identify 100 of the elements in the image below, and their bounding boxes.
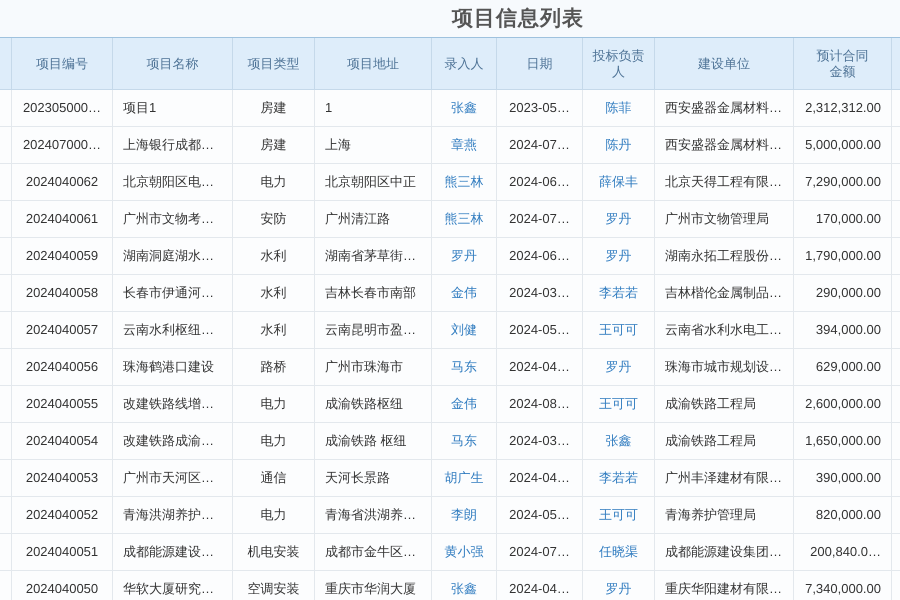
person-link[interactable]: 王可可: [599, 505, 638, 525]
table-cell-text: 390,000.00: [816, 469, 881, 488]
column-header[interactable]: 项目地址: [315, 38, 432, 89]
table-cell-text: 湖南永拓工程股份…: [665, 247, 782, 266]
person-link[interactable]: 李若若: [599, 468, 638, 488]
table-cell-text: 2024-06…: [509, 173, 570, 192]
person-link[interactable]: 任晓渠: [599, 542, 638, 562]
column-header[interactable]: 日期: [497, 38, 583, 89]
table-cell-text: 北京朝阳区电…: [123, 173, 214, 192]
table-cell-text: 水利: [260, 247, 286, 266]
table-cell-text: 成渝铁路枢纽: [325, 395, 403, 414]
person-link[interactable]: 张鑫: [606, 431, 632, 451]
person-link[interactable]: 罗丹: [606, 246, 632, 266]
table-cell-text: 华软大厦研究…: [123, 580, 214, 598]
table-cell-text: 1: [325, 99, 332, 118]
column-header[interactable]: 项目编号: [12, 38, 113, 89]
person-link[interactable]: 金伟: [451, 394, 477, 414]
person-link[interactable]: 马东: [451, 431, 477, 451]
table-cell-text: 重庆市华润大厦: [325, 580, 416, 598]
table-cell-text: 云南水利枢纽…: [123, 321, 214, 340]
person-link[interactable]: 胡广生: [444, 468, 484, 488]
person-link[interactable]: 熊三林: [444, 209, 484, 229]
table-cell-text: 广州市文物管理局: [665, 210, 769, 228]
column-header[interactable]: 预计合同金额: [794, 38, 892, 89]
column-header[interactable]: 录入人: [432, 38, 497, 89]
person-link[interactable]: 张鑫: [451, 98, 477, 118]
person-link[interactable]: 刘健: [451, 320, 477, 340]
table-cell-text: 成渝铁路工程局: [665, 395, 756, 414]
person-link[interactable]: 李朗: [451, 505, 477, 525]
table-cell-text: 电力: [260, 506, 286, 524]
table-cell-text: 7,340,000.00: [805, 580, 881, 598]
table-cell-text: 广州丰泽建材有限…: [665, 469, 782, 488]
table-cell-text: 394,000.00: [816, 321, 881, 340]
table-cell-text: 广州市珠海市: [325, 358, 403, 376]
person-link[interactable]: 李若若: [599, 283, 638, 303]
column-header[interactable]: 投标负责人: [583, 38, 655, 89]
person-link[interactable]: 罗丹: [606, 209, 632, 229]
table-cell-text: 北京朝阳区中正: [325, 173, 416, 192]
table-cell-text: 珠海市城市规划设…: [665, 358, 782, 376]
table-cell-text: 成渝铁路 枢纽: [325, 432, 407, 450]
table-cell-text: 2,600,000.00: [805, 395, 881, 414]
table-cell-text: 机电安装: [248, 543, 300, 562]
table-cell-text: 电力: [260, 432, 286, 450]
person-link[interactable]: 金伟: [451, 283, 477, 303]
table-cell-text: 青海洪湖养护…: [123, 506, 214, 524]
table-cell-text: 2024-05…: [509, 321, 570, 340]
table-cell-text: 湖南省茅草街…: [325, 247, 416, 266]
person-link[interactable]: 薛保丰: [599, 172, 638, 192]
person-link[interactable]: 罗丹: [606, 579, 632, 599]
person-link[interactable]: 陈菲: [606, 98, 632, 118]
person-link[interactable]: 张鑫: [451, 579, 477, 599]
table-cell-text: 云南昆明市盈…: [325, 321, 416, 340]
table-cell-text: 2024040050: [26, 580, 98, 598]
table-cell-text: 广州市天河区…: [123, 469, 214, 488]
table-cell-text: 重庆华阳建材有限…: [665, 580, 782, 598]
column-header[interactable]: 项目类型: [233, 38, 315, 89]
table-cell-text: 改建铁路成渝…: [123, 432, 214, 450]
table-cell-text: 1,650,000.00: [805, 432, 881, 450]
table-cell-text: 2024-08…: [509, 395, 570, 414]
table-cell-text: 2024040056: [26, 358, 98, 376]
table-cell-text: 2024-05…: [509, 506, 570, 524]
table-cell-text: 吉林长春市南部: [325, 284, 416, 302]
table-cell-text: 5,000,000.00: [805, 136, 881, 154]
table-cell-text: 长春市伊通河…: [123, 284, 214, 302]
person-link[interactable]: 王可可: [599, 394, 638, 414]
table-cell-text: 2024040054: [26, 432, 98, 450]
person-link[interactable]: 熊三林: [444, 172, 484, 192]
table-cell-text: 2024-07…: [509, 210, 570, 228]
table-cell-text: 房建: [260, 99, 286, 118]
table-cell-text: 电力: [260, 395, 286, 414]
person-link[interactable]: 罗丹: [606, 357, 632, 377]
person-link[interactable]: 王可可: [599, 320, 638, 340]
table-cell-text: 629,000.00: [816, 358, 881, 376]
table-cell-text: 成都市金牛区…: [325, 543, 416, 562]
column-header[interactable]: 建设单位: [655, 38, 794, 89]
table-cell-text: 202305000…: [22, 99, 102, 118]
table-cell-text: 2024040058: [26, 284, 98, 302]
table-cell-text: 项目1: [123, 99, 156, 118]
table-cell-text: 吉林楷伦金属制品…: [665, 284, 782, 302]
table-cell-text: 200,840.0…: [810, 543, 881, 562]
person-link[interactable]: 黄小强: [444, 542, 484, 562]
table-cell-text: 2024040062: [26, 173, 98, 192]
table-cell-text: 湖南洞庭湖水…: [123, 247, 214, 266]
table-cell-text: 2024040059: [26, 247, 98, 266]
table-cell-text: 1,790,000.00: [805, 247, 881, 266]
table-cell-text: 房建: [260, 136, 286, 154]
table-cell-text: 2,312,312.00: [805, 99, 881, 118]
table-cell-text: 202407000…: [22, 136, 102, 154]
person-link[interactable]: 马东: [451, 357, 477, 377]
table-cell-text: 2023-05…: [509, 99, 570, 118]
table-cell-text: 2024-07…: [509, 136, 570, 154]
person-link[interactable]: 陈丹: [606, 135, 632, 155]
column-header[interactable]: 项目名称: [113, 38, 233, 89]
table-cell-text: 2024-04…: [509, 358, 570, 376]
person-link[interactable]: 章燕: [451, 135, 477, 155]
table-cell-text: 西安盛器金属材料…: [665, 99, 782, 118]
table-cell-text: 电力: [260, 173, 286, 192]
person-link[interactable]: 罗丹: [451, 246, 477, 266]
table-cell-text: 7,290,000.00: [805, 173, 881, 192]
table-cell-text: 青海养护管理局: [665, 506, 756, 524]
